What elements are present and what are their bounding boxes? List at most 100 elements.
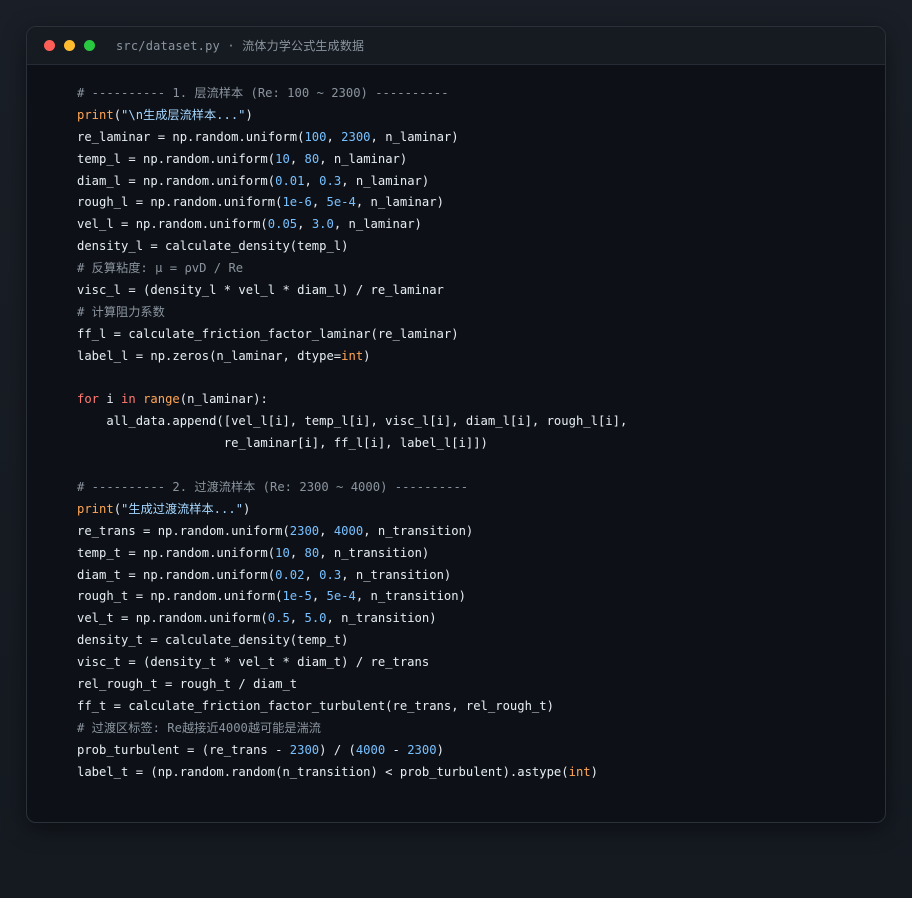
code-token-plain: visc_t = (density_t * vel_t * diam_t) / … <box>77 655 430 670</box>
code-line: # 过渡区标签: Re越接近4000越可能是湍流 <box>77 718 627 740</box>
code-line: vel_t = np.random.uniform(0.5, 5.0, n_tr… <box>77 608 627 630</box>
code-token-number: 5e-4 <box>326 195 356 210</box>
code-token-number: 2300 <box>289 523 320 538</box>
code-token-builtin: print <box>77 501 114 516</box>
minimize-window-icon[interactable] <box>64 40 75 51</box>
code-token-plain: ) <box>363 348 371 363</box>
code-line: print("\n生成层流样本...") <box>77 105 627 127</box>
code-token-comment: # ---------- 1. 层流样本 (Re: 100 ~ 2300) --… <box>77 86 449 100</box>
code-token-plain: vel_l = np.random.uniform( <box>77 217 268 232</box>
code-token-plain: , n_transition) <box>319 545 430 560</box>
code-token-plain: , <box>326 129 342 144</box>
code-token-plain: , n_transition) <box>355 589 466 604</box>
code-token-plain: , n_laminar) <box>319 151 408 166</box>
code-token-number: 10 <box>275 151 290 166</box>
code-line: rel_rough_t = rough_t / diam_t <box>77 674 627 696</box>
code-token-plain: ff_t = calculate_friction_factor_turbule… <box>77 698 554 713</box>
code-token-plain: ) <box>245 107 253 122</box>
code-line: visc_l = (density_l * vel_l * diam_l) / … <box>77 280 627 302</box>
code-token-plain: diam_l = np.random.uniform( <box>77 173 276 188</box>
code-block[interactable]: # ---------- 1. 层流样本 (Re: 100 ~ 2300) --… <box>77 83 627 784</box>
code-token-number: 0.01 <box>275 173 305 188</box>
code-line: prob_turbulent = (re_trans - 2300) / (40… <box>77 740 627 762</box>
code-token-plain: density_t = calculate_density(temp_t) <box>77 633 349 648</box>
code-token-plain: rel_rough_t = rough_t / diam_t <box>77 677 298 692</box>
code-line: density_t = calculate_density(temp_t) <box>77 630 627 652</box>
code-token-plain: label_l = np.zeros(n_laminar, dtype= <box>77 348 342 363</box>
code-token-plain: label_t = (np.random.random(n_transition… <box>77 764 569 779</box>
code-token-number: 10 <box>275 545 290 560</box>
code-line: label_t = (np.random.random(n_transition… <box>77 762 627 784</box>
code-line: # 反算粘度: μ = ρvD / Re <box>77 258 627 280</box>
code-token-builtin: print <box>77 107 114 122</box>
code-token-plain: , <box>311 195 327 210</box>
code-token-plain: ( <box>113 501 122 516</box>
code-token-plain: temp_t = np.random.uniform( <box>77 545 276 560</box>
code-token-plain: vel_t = np.random.uniform( <box>77 611 268 626</box>
code-token-number: 80 <box>304 151 320 166</box>
code-token-number: 4000 <box>333 523 364 538</box>
code-token-plain: , <box>304 173 320 188</box>
code-token-plain: ) <box>243 501 251 516</box>
code-token-number: 5.0 <box>304 611 327 626</box>
code-token-plain: re_trans = np.random.uniform( <box>77 523 290 538</box>
code-window: src/dataset.py · 流体力学公式生成数据 # ----------… <box>26 26 886 823</box>
code-token-plain: , <box>304 567 320 582</box>
code-token-number: 0.05 <box>267 217 298 232</box>
code-token-plain: , n_transition) <box>341 567 452 582</box>
code-token-builtin: int <box>341 348 364 363</box>
code-token-builtin: int <box>568 764 591 779</box>
code-line: rough_l = np.random.uniform(1e-6, 5e-4, … <box>77 192 627 214</box>
code-line: diam_t = np.random.uniform(0.02, 0.3, n_… <box>77 565 627 587</box>
code-token-plain: all_data.append([vel_l[i], temp_l[i], vi… <box>77 414 628 429</box>
code-token-number: 2300 <box>407 742 437 757</box>
code-line: ff_t = calculate_friction_factor_turbule… <box>77 696 627 718</box>
code-line: temp_l = np.random.uniform(10, 80, n_lam… <box>77 149 627 171</box>
code-token-plain: , n_laminar) <box>355 195 444 210</box>
code-token-plain: , n_transition) <box>326 611 437 626</box>
code-line: re_laminar[i], ff_l[i], label_l[i]]) <box>77 433 627 455</box>
maximize-window-icon[interactable] <box>84 40 95 51</box>
code-token-number: 2300 <box>289 742 320 757</box>
code-line: # 计算阻力系数 <box>77 302 627 324</box>
code-token-comment: # 反算粘度: μ = ρvD / Re <box>77 261 244 276</box>
code-token-plain: , <box>289 611 305 626</box>
code-token-number: 0.3 <box>319 567 342 582</box>
code-line: density_l = calculate_density(temp_l) <box>77 236 627 258</box>
code-token-keyword: in <box>121 392 136 407</box>
window-titlebar: src/dataset.py · 流体力学公式生成数据 <box>27 27 885 65</box>
code-token-plain: , <box>319 523 334 538</box>
code-token-number: 2300 <box>341 129 371 144</box>
code-line: for i in range(n_laminar): <box>77 389 627 411</box>
code-token-plain: , n_transition) <box>363 523 474 538</box>
code-line: # ---------- 1. 层流样本 (Re: 100 ~ 2300) --… <box>77 83 627 105</box>
code-token-number: 1e-5 <box>282 589 312 604</box>
code-token-number: 5e-4 <box>326 589 356 604</box>
code-token-string: "生成过渡流样本..." <box>121 501 244 516</box>
code-token-plain: re_laminar[i], ff_l[i], label_l[i]]) <box>77 436 488 451</box>
code-line: all_data.append([vel_l[i], temp_l[i], vi… <box>77 411 627 433</box>
code-token-plain: , n_laminar) <box>341 173 430 188</box>
code-token-string: "\n生成层流样本..." <box>121 107 246 122</box>
code-token-number: 1e-6 <box>282 195 312 210</box>
code-line: re_trans = np.random.uniform(2300, 4000,… <box>77 521 627 543</box>
code-token-number: 0.02 <box>275 567 305 582</box>
code-token-comment: # 计算阻力系数 <box>77 304 165 319</box>
code-line: temp_t = np.random.uniform(10, 80, n_tra… <box>77 543 627 565</box>
code-line: vel_l = np.random.uniform(0.05, 3.0, n_l… <box>77 214 627 236</box>
code-token-plain: - <box>385 742 408 757</box>
close-window-icon[interactable] <box>44 40 55 51</box>
code-token-number: 0.5 <box>267 611 290 626</box>
code-line: diam_l = np.random.uniform(0.01, 0.3, n_… <box>77 171 627 193</box>
code-token-number: 80 <box>304 545 320 560</box>
code-token-plain: density_l = calculate_density(temp_l) <box>77 239 349 254</box>
code-token-plain: (n_laminar): <box>179 392 268 407</box>
code-token-plain: ) <box>436 742 444 757</box>
code-token-plain: rough_t = np.random.uniform( <box>77 589 283 604</box>
code-line: rough_t = np.random.uniform(1e-5, 5e-4, … <box>77 586 627 608</box>
code-token-plain: diam_t = np.random.uniform( <box>77 567 276 582</box>
window-title: src/dataset.py · 流体力学公式生成数据 <box>116 39 365 53</box>
